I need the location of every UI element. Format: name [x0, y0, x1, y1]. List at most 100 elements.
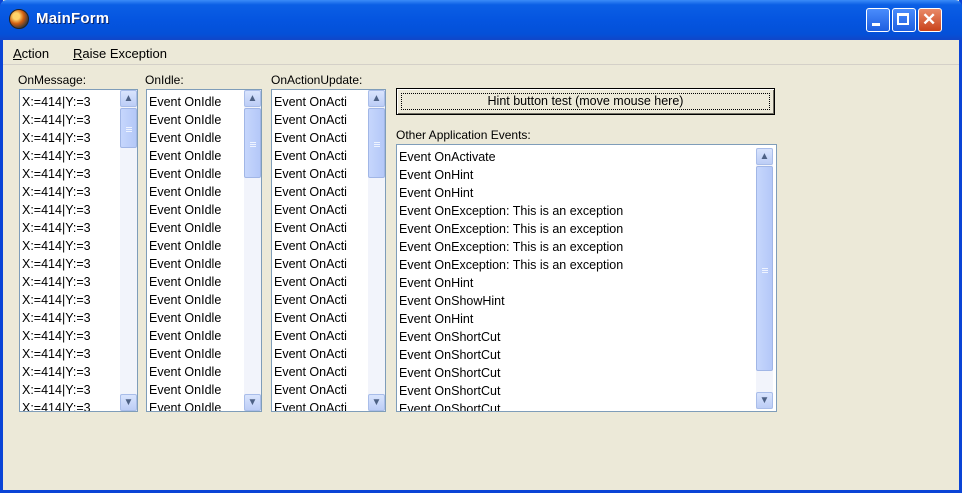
list-item[interactable]: Event OnActi — [274, 399, 367, 411]
list-item[interactable]: X:=414|Y:=3 — [22, 219, 119, 237]
close-button[interactable]: ✕ — [918, 8, 942, 32]
title-bar[interactable]: MainForm ✕ — [0, 0, 962, 40]
list-item[interactable]: Event OnException: This is an exception — [399, 202, 758, 220]
list-item[interactable]: Event OnException: This is an exception — [399, 220, 758, 238]
scroll-up-icon[interactable]: ▲ — [368, 90, 385, 107]
scroll-grip — [374, 146, 380, 147]
list-item[interactable]: Event OnActivate — [399, 148, 758, 166]
list-item[interactable]: Event OnHint — [399, 274, 758, 292]
list-item[interactable]: X:=414|Y:=3 — [22, 111, 119, 129]
list-item[interactable]: X:=414|Y:=3 — [22, 327, 119, 345]
list-item[interactable]: Event OnActi — [274, 165, 367, 183]
list-item[interactable]: X:=414|Y:=3 — [22, 291, 119, 309]
list-item[interactable]: Event OnIdle — [149, 363, 243, 381]
other-events-scrollbar[interactable]: ▲ ▼ — [756, 148, 773, 409]
on-action-update-list[interactable]: Event OnActi Event OnActi Event OnActi Even… — [271, 89, 386, 412]
list-item[interactable]: Event OnActi — [274, 381, 367, 399]
maximize-button[interactable] — [892, 8, 916, 32]
list-item[interactable]: Event OnIdle — [149, 345, 243, 363]
list-item[interactable]: Event OnShortCut — [399, 346, 758, 364]
list-item[interactable]: Event OnActi — [274, 255, 367, 273]
list-item[interactable]: X:=414|Y:=3 — [22, 273, 119, 291]
list-item[interactable]: Event OnIdle — [149, 201, 243, 219]
list-item[interactable]: Event OnActi — [274, 291, 367, 309]
list-item[interactable]: Event OnIdle — [149, 147, 243, 165]
list-item[interactable]: Event OnActi — [274, 147, 367, 165]
list-item[interactable]: Event OnException: This is an exception — [399, 256, 758, 274]
list-item[interactable]: X:=414|Y:=3 — [22, 309, 119, 327]
on-idle-scrollbar[interactable]: ▲ ▼ — [244, 90, 261, 411]
list-item[interactable]: Event OnActi — [274, 93, 367, 111]
list-item[interactable]: X:=414|Y:=3 — [22, 345, 119, 363]
list-item[interactable]: Event OnIdle — [149, 309, 243, 327]
list-item[interactable]: Event OnIdle — [149, 165, 243, 183]
list-item[interactable]: X:=414|Y:=3 — [22, 129, 119, 147]
scroll-up-icon[interactable]: ▲ — [756, 148, 773, 165]
list-item[interactable]: Event OnActi — [274, 327, 367, 345]
list-item[interactable]: X:=414|Y:=3 — [22, 147, 119, 165]
hint-test-button[interactable]: Hint button test (move mouse here) — [396, 88, 775, 115]
list-item[interactable]: X:=414|Y:=3 — [22, 183, 119, 201]
list-item[interactable]: X:=414|Y:=3 — [22, 363, 119, 381]
list-item[interactable]: X:=414|Y:=3 — [22, 255, 119, 273]
list-item[interactable]: Event OnActi — [274, 237, 367, 255]
other-events-list[interactable]: Event OnActivate Event OnHint Event OnHint… — [396, 144, 777, 412]
list-item[interactable]: Event OnHint — [399, 310, 758, 328]
list-item[interactable]: Event OnActi — [274, 219, 367, 237]
scroll-down-icon[interactable]: ▼ — [756, 392, 773, 409]
menu-raise-exception[interactable]: Raise Exception — [73, 46, 167, 61]
list-item[interactable]: X:=414|Y:=3 — [22, 237, 119, 255]
list-item[interactable]: Event OnIdle — [149, 255, 243, 273]
scroll-up-icon[interactable]: ▲ — [120, 90, 137, 107]
list-item[interactable]: Event OnIdle — [149, 237, 243, 255]
list-item[interactable]: Event OnActi — [274, 111, 367, 129]
on-action-update-scrollbar[interactable]: ▲ ▼ — [368, 90, 385, 411]
list-item[interactable]: X:=414|Y:=3 — [22, 399, 119, 411]
list-item[interactable]: Event OnShortCut — [399, 382, 758, 400]
list-item[interactable]: Event OnIdle — [149, 327, 243, 345]
scroll-thumb[interactable] — [244, 108, 261, 178]
scroll-down-icon[interactable]: ▼ — [120, 394, 137, 411]
list-item[interactable]: Event OnShowHint — [399, 292, 758, 310]
list-item[interactable]: Event OnIdle — [149, 399, 243, 411]
list-item[interactable]: Event OnHint — [399, 184, 758, 202]
on-message-scrollbar[interactable]: ▲ ▼ — [120, 90, 137, 411]
list-item[interactable]: Event OnActi — [274, 183, 367, 201]
scroll-thumb[interactable] — [756, 166, 773, 371]
list-item[interactable]: Event OnIdle — [149, 183, 243, 201]
list-item[interactable]: Event OnShortCut — [399, 328, 758, 346]
list-item[interactable]: X:=414|Y:=3 — [22, 201, 119, 219]
list-item[interactable]: Event OnActi — [274, 363, 367, 381]
list-item[interactable]: Event OnIdle — [149, 219, 243, 237]
list-item[interactable]: X:=414|Y:=3 — [22, 381, 119, 399]
list-item[interactable]: Event OnActi — [274, 273, 367, 291]
list-item[interactable]: X:=414|Y:=3 — [22, 165, 119, 183]
list-item[interactable]: X:=414|Y:=3 — [22, 93, 119, 111]
menu-action[interactable]: Action — [13, 46, 49, 61]
list-item[interactable]: Event OnIdle — [149, 381, 243, 399]
list-item[interactable]: Event OnShortCut — [399, 364, 758, 382]
list-item[interactable]: Event OnIdle — [149, 129, 243, 147]
list-item[interactable]: Event OnActi — [274, 345, 367, 363]
hint-test-button-label: Hint button test (move mouse here) — [401, 93, 770, 110]
list-item[interactable]: Event OnShortCut — [399, 400, 758, 411]
close-icon: ✕ — [922, 10, 937, 29]
list-item[interactable]: Event OnActi — [274, 201, 367, 219]
list-item[interactable]: Event OnException: This is an exception — [399, 238, 758, 256]
list-item[interactable]: Event OnHint — [399, 166, 758, 184]
minimize-button[interactable] — [866, 8, 890, 32]
list-item[interactable]: Event OnActi — [274, 129, 367, 147]
list-item[interactable]: Event OnIdle — [149, 111, 243, 129]
list-item[interactable]: Event OnIdle — [149, 291, 243, 309]
on-message-list[interactable]: X:=414|Y:=3 X:=414|Y:=3 X:=414|Y:=3 X:=414|… — [19, 89, 138, 412]
scroll-thumb[interactable] — [368, 108, 385, 178]
scroll-down-icon[interactable]: ▼ — [368, 394, 385, 411]
scroll-grip — [762, 272, 768, 273]
scroll-thumb[interactable] — [120, 108, 137, 148]
on-idle-list[interactable]: Event OnIdle Event OnIdle Event OnIdle Even… — [146, 89, 262, 412]
list-item[interactable]: Event OnIdle — [149, 93, 243, 111]
scroll-up-icon[interactable]: ▲ — [244, 90, 261, 107]
list-item[interactable]: Event OnActi — [274, 309, 367, 327]
list-item[interactable]: Event OnIdle — [149, 273, 243, 291]
scroll-down-icon[interactable]: ▼ — [244, 394, 261, 411]
